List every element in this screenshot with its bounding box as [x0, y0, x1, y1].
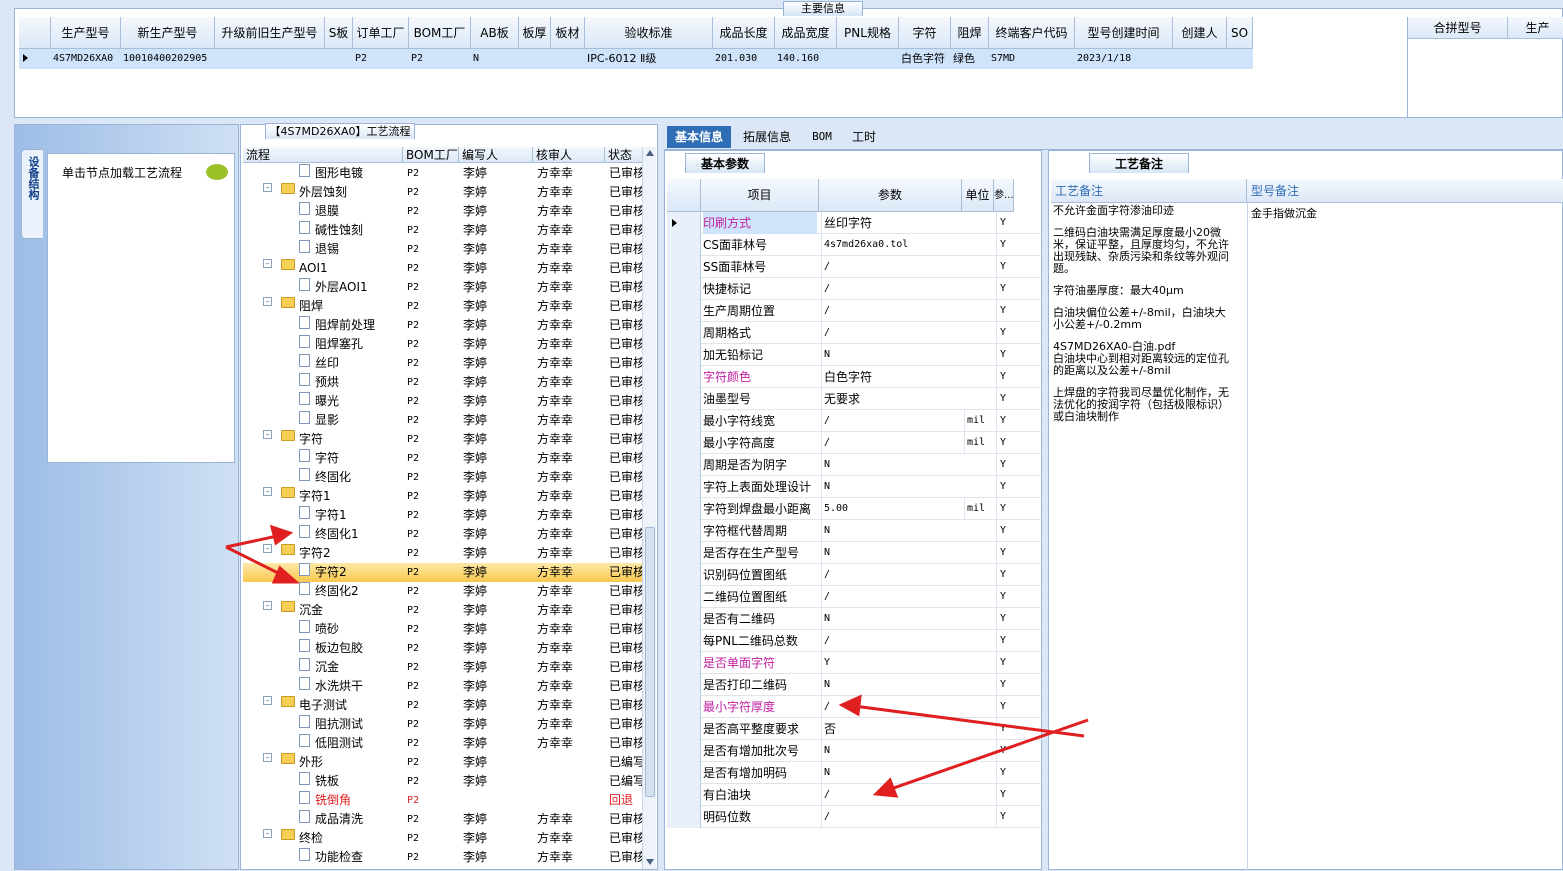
- arrow-head-2: [271, 565, 300, 584]
- arrow-line-4: [887, 718, 1089, 792]
- arrow-head-3: [838, 694, 862, 717]
- arrow-head-1: [269, 524, 294, 546]
- annotation-arrows: [225, 524, 1089, 798]
- arrow-line-3: [853, 704, 1085, 738]
- arrow-head-4: [872, 777, 899, 798]
